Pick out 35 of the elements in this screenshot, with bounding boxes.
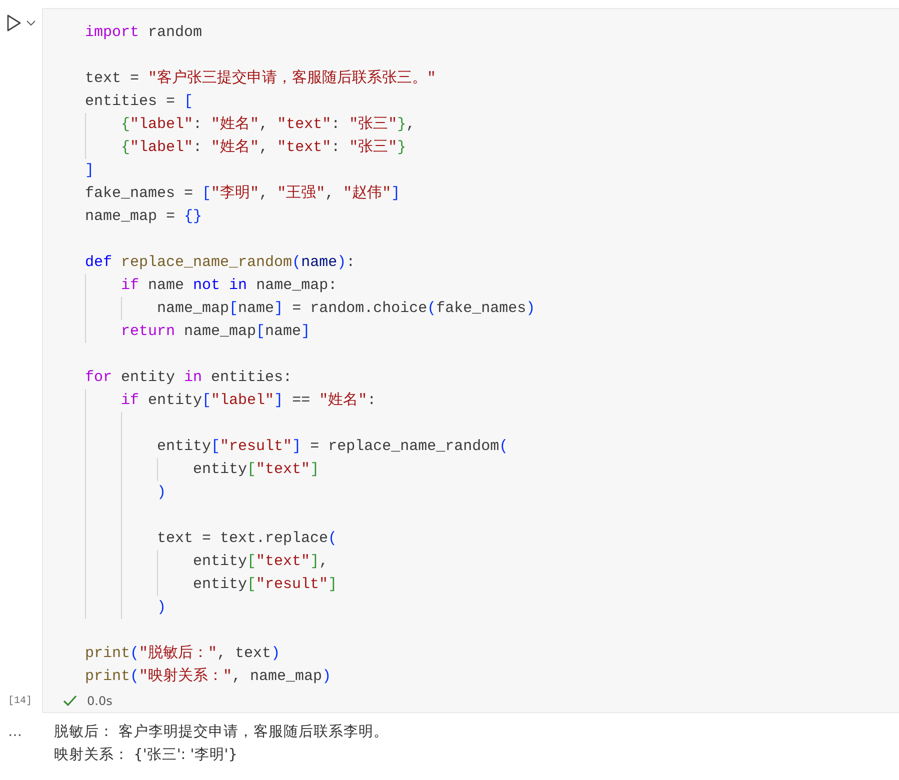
code-line: text = "客户张三提交申请，客服随后联系张三。" <box>85 68 436 89</box>
code-line: entity["result"] <box>192 575 338 595</box>
code-line: entities = [ <box>85 92 194 112</box>
output-line: 映射关系： {'张三': '李明'} <box>54 746 238 765</box>
indent-guide <box>85 412 86 435</box>
code-line: print("映射关系：", name_map) <box>85 666 332 687</box>
execution-time: 0.0s <box>87 694 112 708</box>
output-menu[interactable]: … <box>8 724 22 740</box>
code-line: name_map = {} <box>85 207 202 227</box>
code-line: for entity in entities: <box>85 368 292 388</box>
code-line: {"label": "姓名", "text": "张三"} <box>120 138 406 158</box>
code-line: entity["text"] <box>192 460 320 480</box>
code-line: ) <box>156 598 166 618</box>
indent-guide <box>121 412 122 435</box>
code-line: ] <box>85 161 94 181</box>
output-line: 脱敏后： 客户李明提交申请，客服随后联系李明。 <box>54 722 389 742</box>
code-line: entity["text"], <box>192 552 328 572</box>
code-line: def replace_name_random(name): <box>85 253 356 273</box>
chevron-down-icon[interactable] <box>26 19 36 27</box>
execution-count: [14] <box>7 696 34 709</box>
indent-guide <box>85 504 86 527</box>
indent-guide <box>121 504 122 527</box>
code-line: entity["result"] = replace_name_random( <box>156 437 508 457</box>
code-line: name_map[name] = random.choice(fake_names) <box>156 299 536 319</box>
run-icon[interactable] <box>6 14 22 32</box>
code-line: text = text.replace( <box>156 529 338 549</box>
code-line: if name not in name_map: <box>120 276 338 296</box>
code-line: import random <box>85 23 202 43</box>
code-line: fake_names = ["李明", "王强", "赵伟"] <box>85 184 400 204</box>
code-line: if entity["label"] == "姓名": <box>120 391 376 411</box>
code-line: return name_map[name] <box>120 322 310 342</box>
code-line: ) <box>156 483 166 503</box>
code-cell[interactable] <box>42 8 899 713</box>
code-line: {"label": "姓名", "text": "张三"}, <box>120 114 416 135</box>
code-line: print("脱敏后：", text) <box>85 644 280 664</box>
